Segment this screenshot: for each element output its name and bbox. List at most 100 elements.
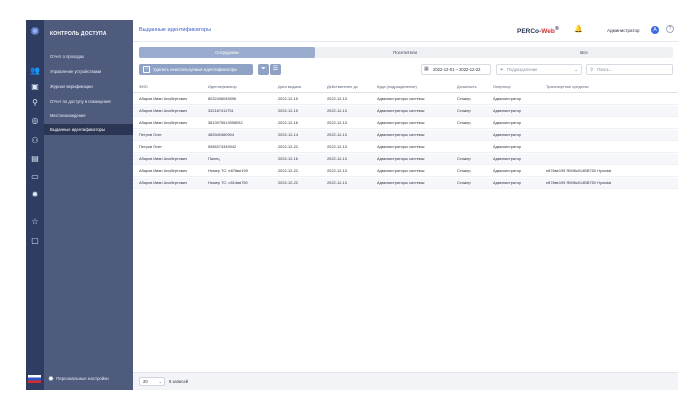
sidebar-item-pass-report[interactable]: Отчет о проходах [44, 51, 133, 62]
search-input[interactable]: ⚲ Поиск... [586, 64, 673, 75]
table-row[interactable]: Петров Олег 5585374345942 2022-12-22 2022-1… [133, 142, 678, 153]
column-header[interactable]: Транспортное средство [546, 82, 676, 93]
display-icon[interactable]: ▭ [29, 172, 41, 182]
help-icon[interactable]: ? [666, 25, 674, 33]
product-name: PERCo- [517, 28, 542, 36]
department-placeholder: Подразделение [507, 67, 538, 72]
table-cell: 2022-12-13 [327, 168, 347, 173]
security-icon[interactable]: ◎ [29, 116, 41, 126]
table-row[interactable]: Абаров Иван Альбертович Палец 2022-12-16 20… [133, 154, 678, 165]
sidebar-item-verification[interactable]: Журнал верификации [44, 81, 133, 92]
department-select[interactable]: ⏷ Подразделение ⌄ [496, 64, 582, 75]
table-cell: Стажер [457, 108, 471, 113]
table-cell: Номер ТС: е876ве199 [208, 168, 248, 173]
table-cell: Абаров Иван Альбертович [139, 96, 188, 101]
column-header[interactable]: Действителен до [327, 82, 375, 93]
chat-icon[interactable]: ▢ [29, 236, 41, 246]
table-cell: Администратор [493, 96, 522, 101]
user-add-icon[interactable]: ⚇ [29, 136, 41, 146]
calendar-icon: ▦ [424, 66, 429, 72]
avatar[interactable]: А [651, 26, 659, 34]
sidebar-item-issued-ids[interactable]: Выданные идентификаторы [44, 124, 133, 135]
table-cell: Администраторы системы [377, 144, 425, 149]
table-cell: Абаров Иван Альбертович [139, 108, 188, 113]
gear-icon: ✹ [48, 376, 54, 383]
column-header[interactable]: Оператор [493, 82, 545, 93]
chevron-down-icon: ⌄ [574, 67, 578, 72]
table-cell: Администратор [493, 120, 522, 125]
table-cell: 2022-12-22 [278, 168, 298, 173]
product-suffix: Web [541, 28, 555, 36]
sidebar-menu: КОНТРОЛЬ ДОСТУПА Отчет о проходах Управл… [44, 20, 133, 390]
table-row[interactable]: Абаров Иван Альбертович 332187411751 2022-… [133, 106, 678, 117]
table-row[interactable]: Петров Олег 465340460904 2022-12-14 2022-12… [133, 130, 678, 141]
language-flag-icon[interactable] [28, 375, 41, 383]
table-row[interactable]: Абаров Иван Альбертович Номер ТС: о914вв7… [133, 178, 678, 189]
columns-button[interactable]: ☰ [270, 64, 281, 75]
people-icon[interactable]: 👥 [29, 66, 41, 76]
tab-all[interactable]: Все [495, 47, 673, 58]
table-cell: Администратор [493, 132, 522, 137]
tab-visitors[interactable]: Посетители [315, 47, 495, 58]
table-cell: 2022-12-22 [278, 180, 298, 185]
table-cell: 2022-12-13 [327, 156, 347, 161]
table-cell: 3813975513998052 [208, 120, 243, 125]
table-cell: Стажер [457, 156, 471, 161]
door-icon[interactable]: ▤ [29, 154, 41, 164]
table-cell: 2022-12-15 [278, 96, 298, 101]
table-cell: 2022-12-13 [327, 180, 347, 185]
table-cell: Администратор [493, 180, 522, 185]
table-cell: 2022-12-15 [278, 108, 298, 113]
table-row[interactable]: Абаров Иван Альбертович Номер ТС: е876ве1… [133, 166, 678, 177]
column-header[interactable]: Должность [457, 82, 491, 93]
page-size-select[interactable]: 20 ⌄ [139, 377, 165, 386]
table-cell: 2022-12-13 [327, 144, 347, 149]
column-header[interactable]: Идентификатор [208, 82, 276, 93]
table-cell: 465340460904 [208, 132, 234, 137]
table-cell: Администратор [493, 108, 522, 113]
tab-employees[interactable]: Сотрудники [139, 47, 315, 58]
table-cell: 2022-12-14 [278, 132, 298, 137]
badge-icon[interactable]: ▣ [29, 82, 41, 92]
table-cell: Администраторы системы [377, 168, 425, 173]
columns-icon: ☰ [272, 66, 279, 72]
table-cell: Петров Олег [139, 132, 162, 137]
logo-icon: ✺ [30, 26, 40, 38]
table-row[interactable]: Абаров Иван Альбертович 8032408045596 2022… [133, 94, 678, 105]
table-cell: Администраторы системы [377, 108, 425, 113]
main-content: Выданные идентификаторы PERCo-Web® 🔔 Адм… [133, 20, 678, 390]
filter-button[interactable]: ⏷ [258, 64, 269, 75]
column-header[interactable]: ФИО [139, 82, 207, 93]
filter-icon: ⏷ [261, 66, 266, 72]
product-mark: ® [554, 26, 559, 32]
user-name[interactable]: Администратор [607, 28, 639, 33]
star-icon[interactable]: ☆ [29, 217, 41, 227]
table-row[interactable]: Абаров Иван Альбертович 3813975513998052 2… [133, 118, 678, 129]
table-cell: Номер ТС: о914вв750 [208, 180, 248, 185]
table-cell: Абаров Иван Альбертович [139, 156, 188, 161]
date-range-picker[interactable]: ▦ 2022-12-01 – 2022-12-22 [421, 64, 491, 75]
table-cell: 5585374345942 [208, 144, 237, 149]
table-cell: Петров Олег [139, 144, 162, 149]
table-cell: Администратор [493, 156, 522, 161]
table-cell: Стажер [457, 180, 471, 185]
table-cell: Администраторы системы [377, 180, 425, 185]
table-cell: Абаров Иван Альбертович [139, 168, 188, 173]
column-header[interactable]: Куда (подразделение) [377, 82, 455, 93]
search-user-icon[interactable]: ⚲ [29, 98, 41, 108]
page-title: Выданные идентификаторы [139, 27, 212, 33]
bell-icon[interactable]: 🔔 [574, 25, 583, 33]
sidebar-item-location[interactable]: Местонахождение [44, 110, 133, 121]
icon-rail: ✺ 👥 ▣ ⚲ ◎ ⚇ ▤ ▭ ✹ ☆ ▢ [26, 20, 44, 390]
personal-settings-link[interactable]: ✹ Персональные настройки [48, 375, 109, 383]
table-cell: Палец [208, 156, 220, 161]
table-cell: Администраторы системы [377, 96, 425, 101]
table-cell: е876ве199 ЯМЖк014ВВ750 Hyundai [546, 180, 612, 185]
delete-unused-ids-button[interactable]: – Удалить неиспользуемые идентификаторы [139, 64, 253, 75]
table-cell: Абаров Иван Альбертович [139, 180, 188, 185]
gear-icon[interactable]: ✹ [29, 190, 41, 200]
column-header[interactable]: Дата выдачи [278, 82, 326, 93]
table-cell: Администратор [493, 168, 522, 173]
sidebar-item-room-access[interactable]: Отчет по доступу в помещения [44, 96, 133, 107]
sidebar-item-devices[interactable]: Управление устройствами [44, 66, 133, 77]
